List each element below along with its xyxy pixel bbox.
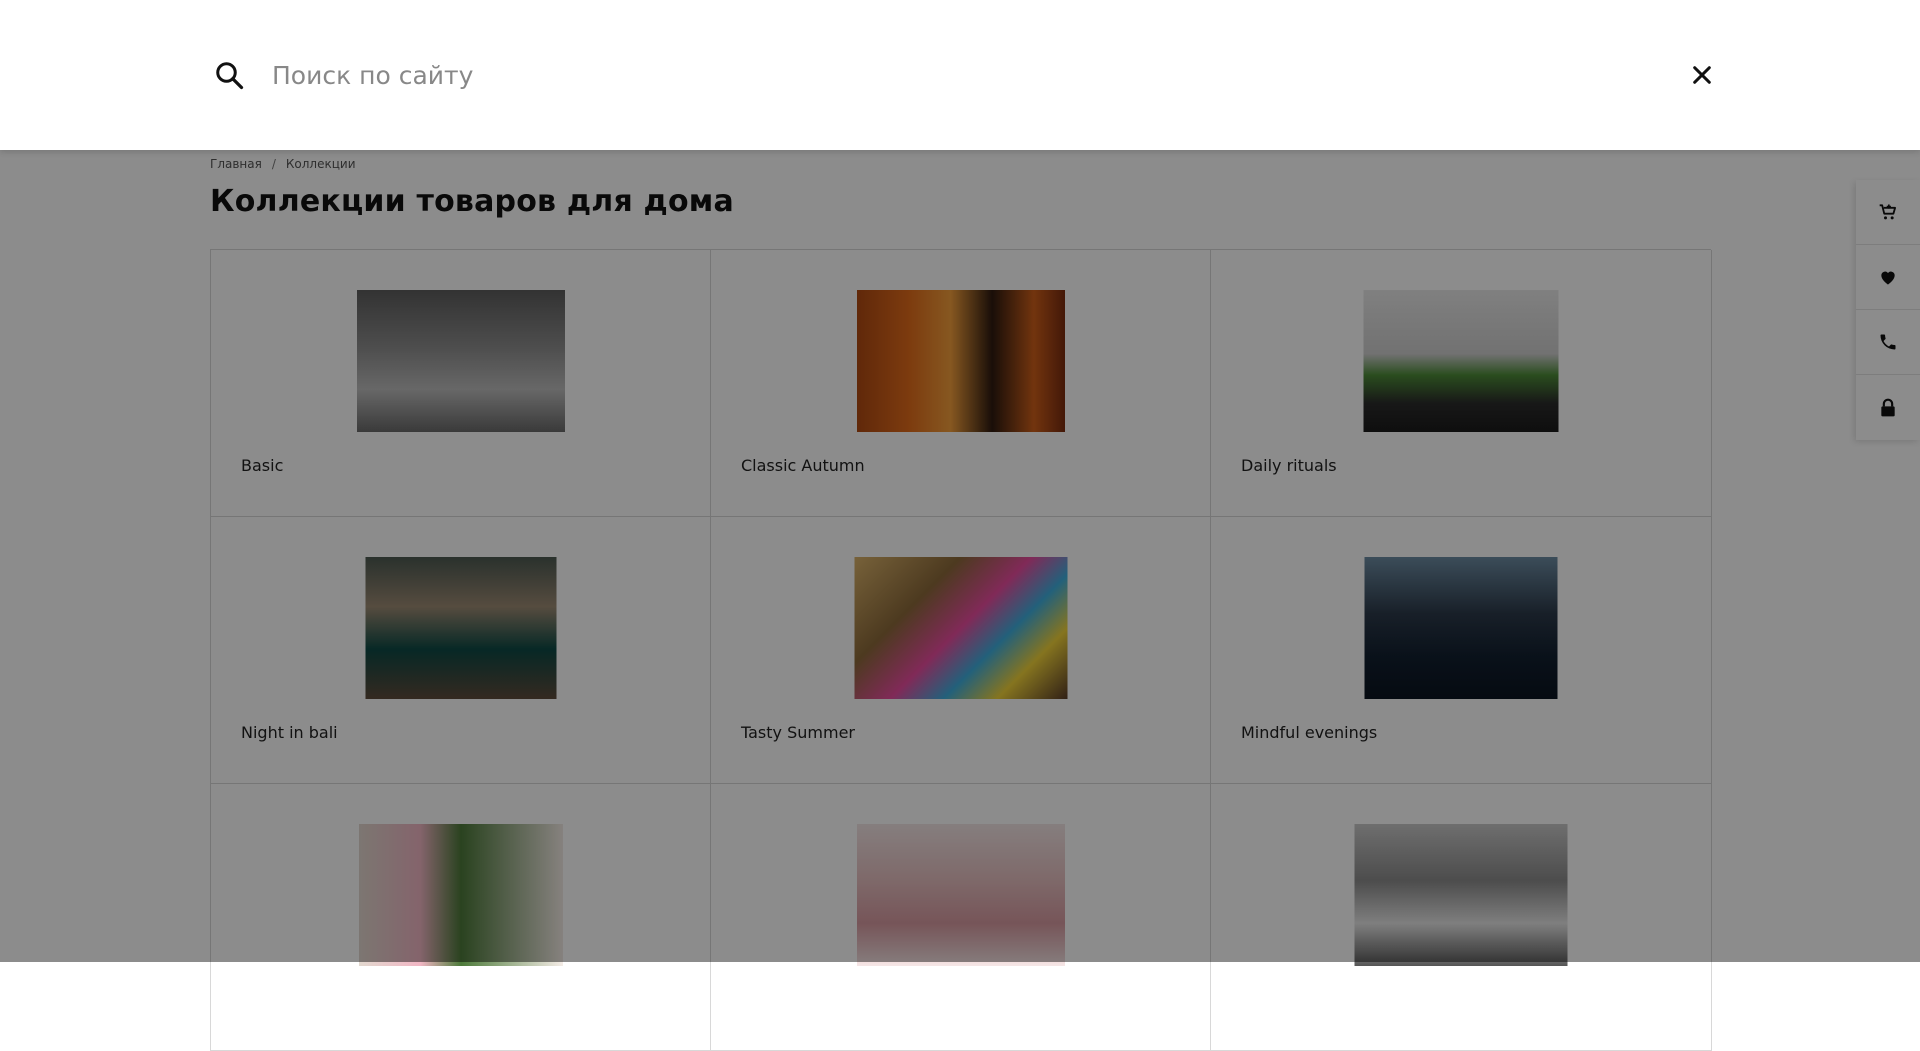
close-icon[interactable] [1691,64,1713,86]
search-bar [0,0,1920,150]
search-icon [216,62,244,90]
modal-backdrop[interactable] [0,150,1920,962]
search-input[interactable] [270,52,1670,98]
